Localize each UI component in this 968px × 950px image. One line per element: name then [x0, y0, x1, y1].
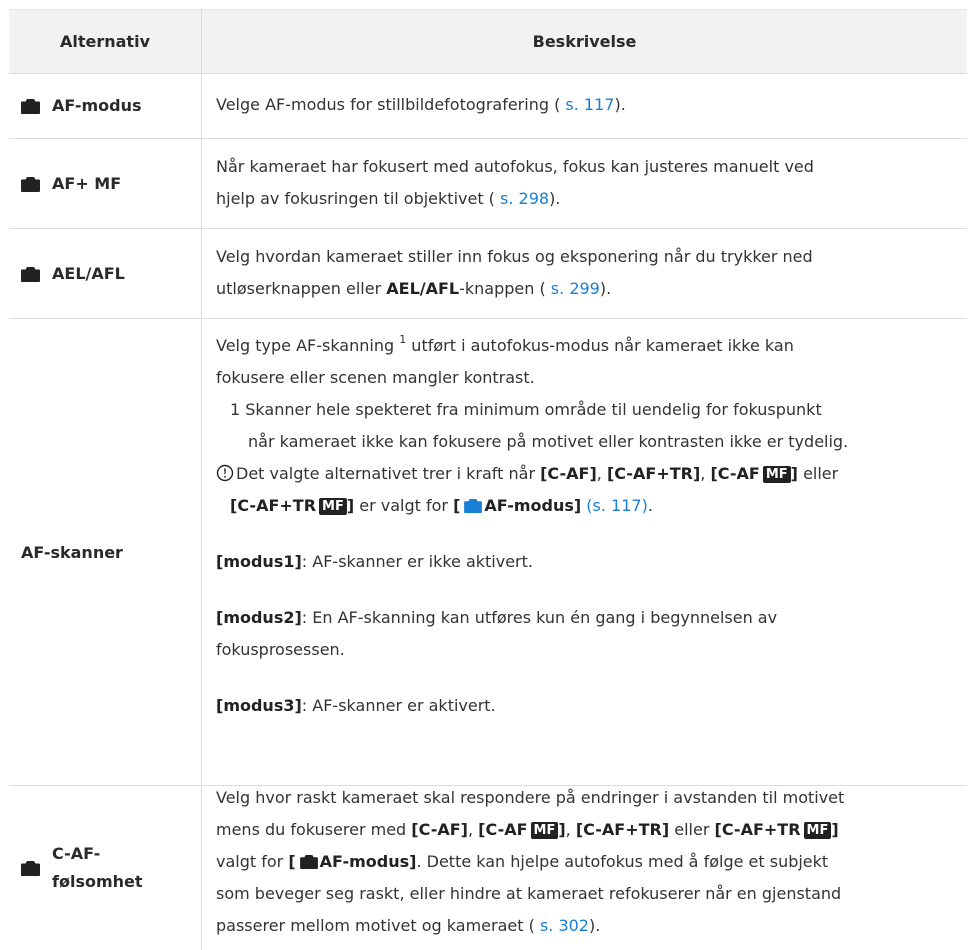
- camera-icon: [21, 266, 40, 282]
- mf-badge: MF: [803, 822, 832, 839]
- table-row: C-AF- følsomhet Velg hvor raskt kameraet…: [9, 786, 967, 950]
- camera-icon: [21, 98, 40, 114]
- row-description: Velg type AF-skanning 1 utført i autofok…: [216, 330, 955, 722]
- header-beskrivelse: Beskrivelse: [532, 31, 637, 51]
- camera-icon: [21, 860, 40, 876]
- row-description: Velg hvor raskt kameraet skal respondere…: [216, 788, 845, 935]
- row-label: AF-modus: [9, 73, 201, 138]
- af-modus-link[interactable]: [AF-modus]: [453, 496, 581, 515]
- camera-icon: [464, 498, 483, 513]
- header-alternativ: Alternativ: [59, 32, 150, 51]
- caution-icon: [216, 461, 234, 482]
- row-description: Velg hvordan kameraet stiller inn fokus …: [216, 247, 813, 298]
- row-label: AF+ MF: [9, 139, 201, 228]
- row-label: C-AF- følsomhet: [9, 786, 201, 950]
- mf-badge: MF: [762, 466, 791, 483]
- row-description: Velge AF-modus for stillbildefotograferi…: [216, 95, 626, 114]
- table-row: AF+ MF Når kameraet har fokusert med aut…: [9, 139, 967, 229]
- page-link[interactable]: s. 302: [535, 916, 589, 935]
- table-row: AEL/AFL Velg hvordan kameraet stiller in…: [9, 229, 967, 319]
- row-label: AEL/AFL: [9, 229, 201, 318]
- mf-badge: MF: [530, 822, 559, 839]
- row-label: AF-skanner: [21, 542, 123, 562]
- page-link[interactable]: (s. 117): [581, 496, 648, 515]
- row-description: Når kameraet har fokusert med autofokus,…: [216, 157, 814, 208]
- footnote: 1 Skanner hele spekteret fra minimum omr…: [230, 400, 822, 419]
- mf-badge: MF: [319, 498, 347, 515]
- camera-icon: [299, 854, 318, 869]
- page-link[interactable]: s. 117: [560, 95, 614, 114]
- table-row: AF-modus Velge AF-modus for stillbildefo…: [9, 73, 967, 139]
- table-row: AF-skanner Velg type AF-skanning 1 utfør…: [9, 319, 967, 786]
- table-header: Alternativ Beskrivelse: [9, 9, 967, 74]
- page-link[interactable]: s. 299: [546, 279, 600, 298]
- caution-note: Det valgte alternativet trer i kraft når…: [216, 458, 955, 490]
- page-link[interactable]: s. 298: [495, 189, 549, 208]
- camera-icon: [21, 176, 40, 192]
